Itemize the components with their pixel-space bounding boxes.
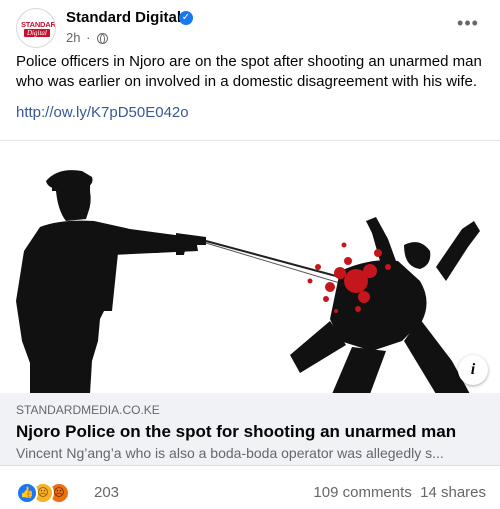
police-shooting-illustration (16, 170, 480, 393)
facebook-post: STANDARD Digital Standard Digital ✓ 2h ·… (0, 0, 500, 509)
more-options-icon[interactable]: ••• (450, 14, 486, 38)
verified-badge-icon: ✓ (179, 11, 193, 25)
avatar-logo-bottom: Digital (24, 29, 50, 37)
reaction-icons[interactable]: 👍 ☹ ☹ (16, 482, 86, 504)
post-time[interactable]: 2h (66, 30, 80, 45)
page-name[interactable]: Standard Digital (66, 9, 181, 26)
post-link[interactable]: http://ow.ly/K7pD50E042o (16, 104, 189, 121)
link-domain: STANDARDMEDIA.CO.KE (16, 403, 160, 417)
avatar-logo-top: STANDARD (21, 20, 56, 29)
link-preview-card[interactable]: STANDARDMEDIA.CO.KE Njoro Police on the … (0, 393, 500, 466)
link-description: Vincent Ng’ang’a who is also a boda-boda… (16, 445, 444, 461)
post-image[interactable]: i (0, 140, 500, 393)
post-header: STANDARD Digital Standard Digital ✓ 2h ·… (16, 8, 486, 48)
page-avatar[interactable]: STANDARD Digital (16, 8, 56, 48)
like-reaction-icon: 👍 (16, 482, 38, 504)
globe-icon (97, 33, 109, 44)
link-title[interactable]: Njoro Police on the spot for shooting an… (16, 422, 456, 442)
post-meta: 2h · (66, 30, 109, 45)
comments-shares-count[interactable]: 109 comments 14 shares (313, 484, 486, 501)
info-icon[interactable]: i (458, 355, 488, 385)
post-text: Police officers in Njoro are on the spot… (16, 53, 482, 90)
post-footer: 👍 ☹ ☹ 203 109 comments 14 shares (16, 480, 486, 504)
reaction-count[interactable]: 203 (94, 484, 119, 501)
